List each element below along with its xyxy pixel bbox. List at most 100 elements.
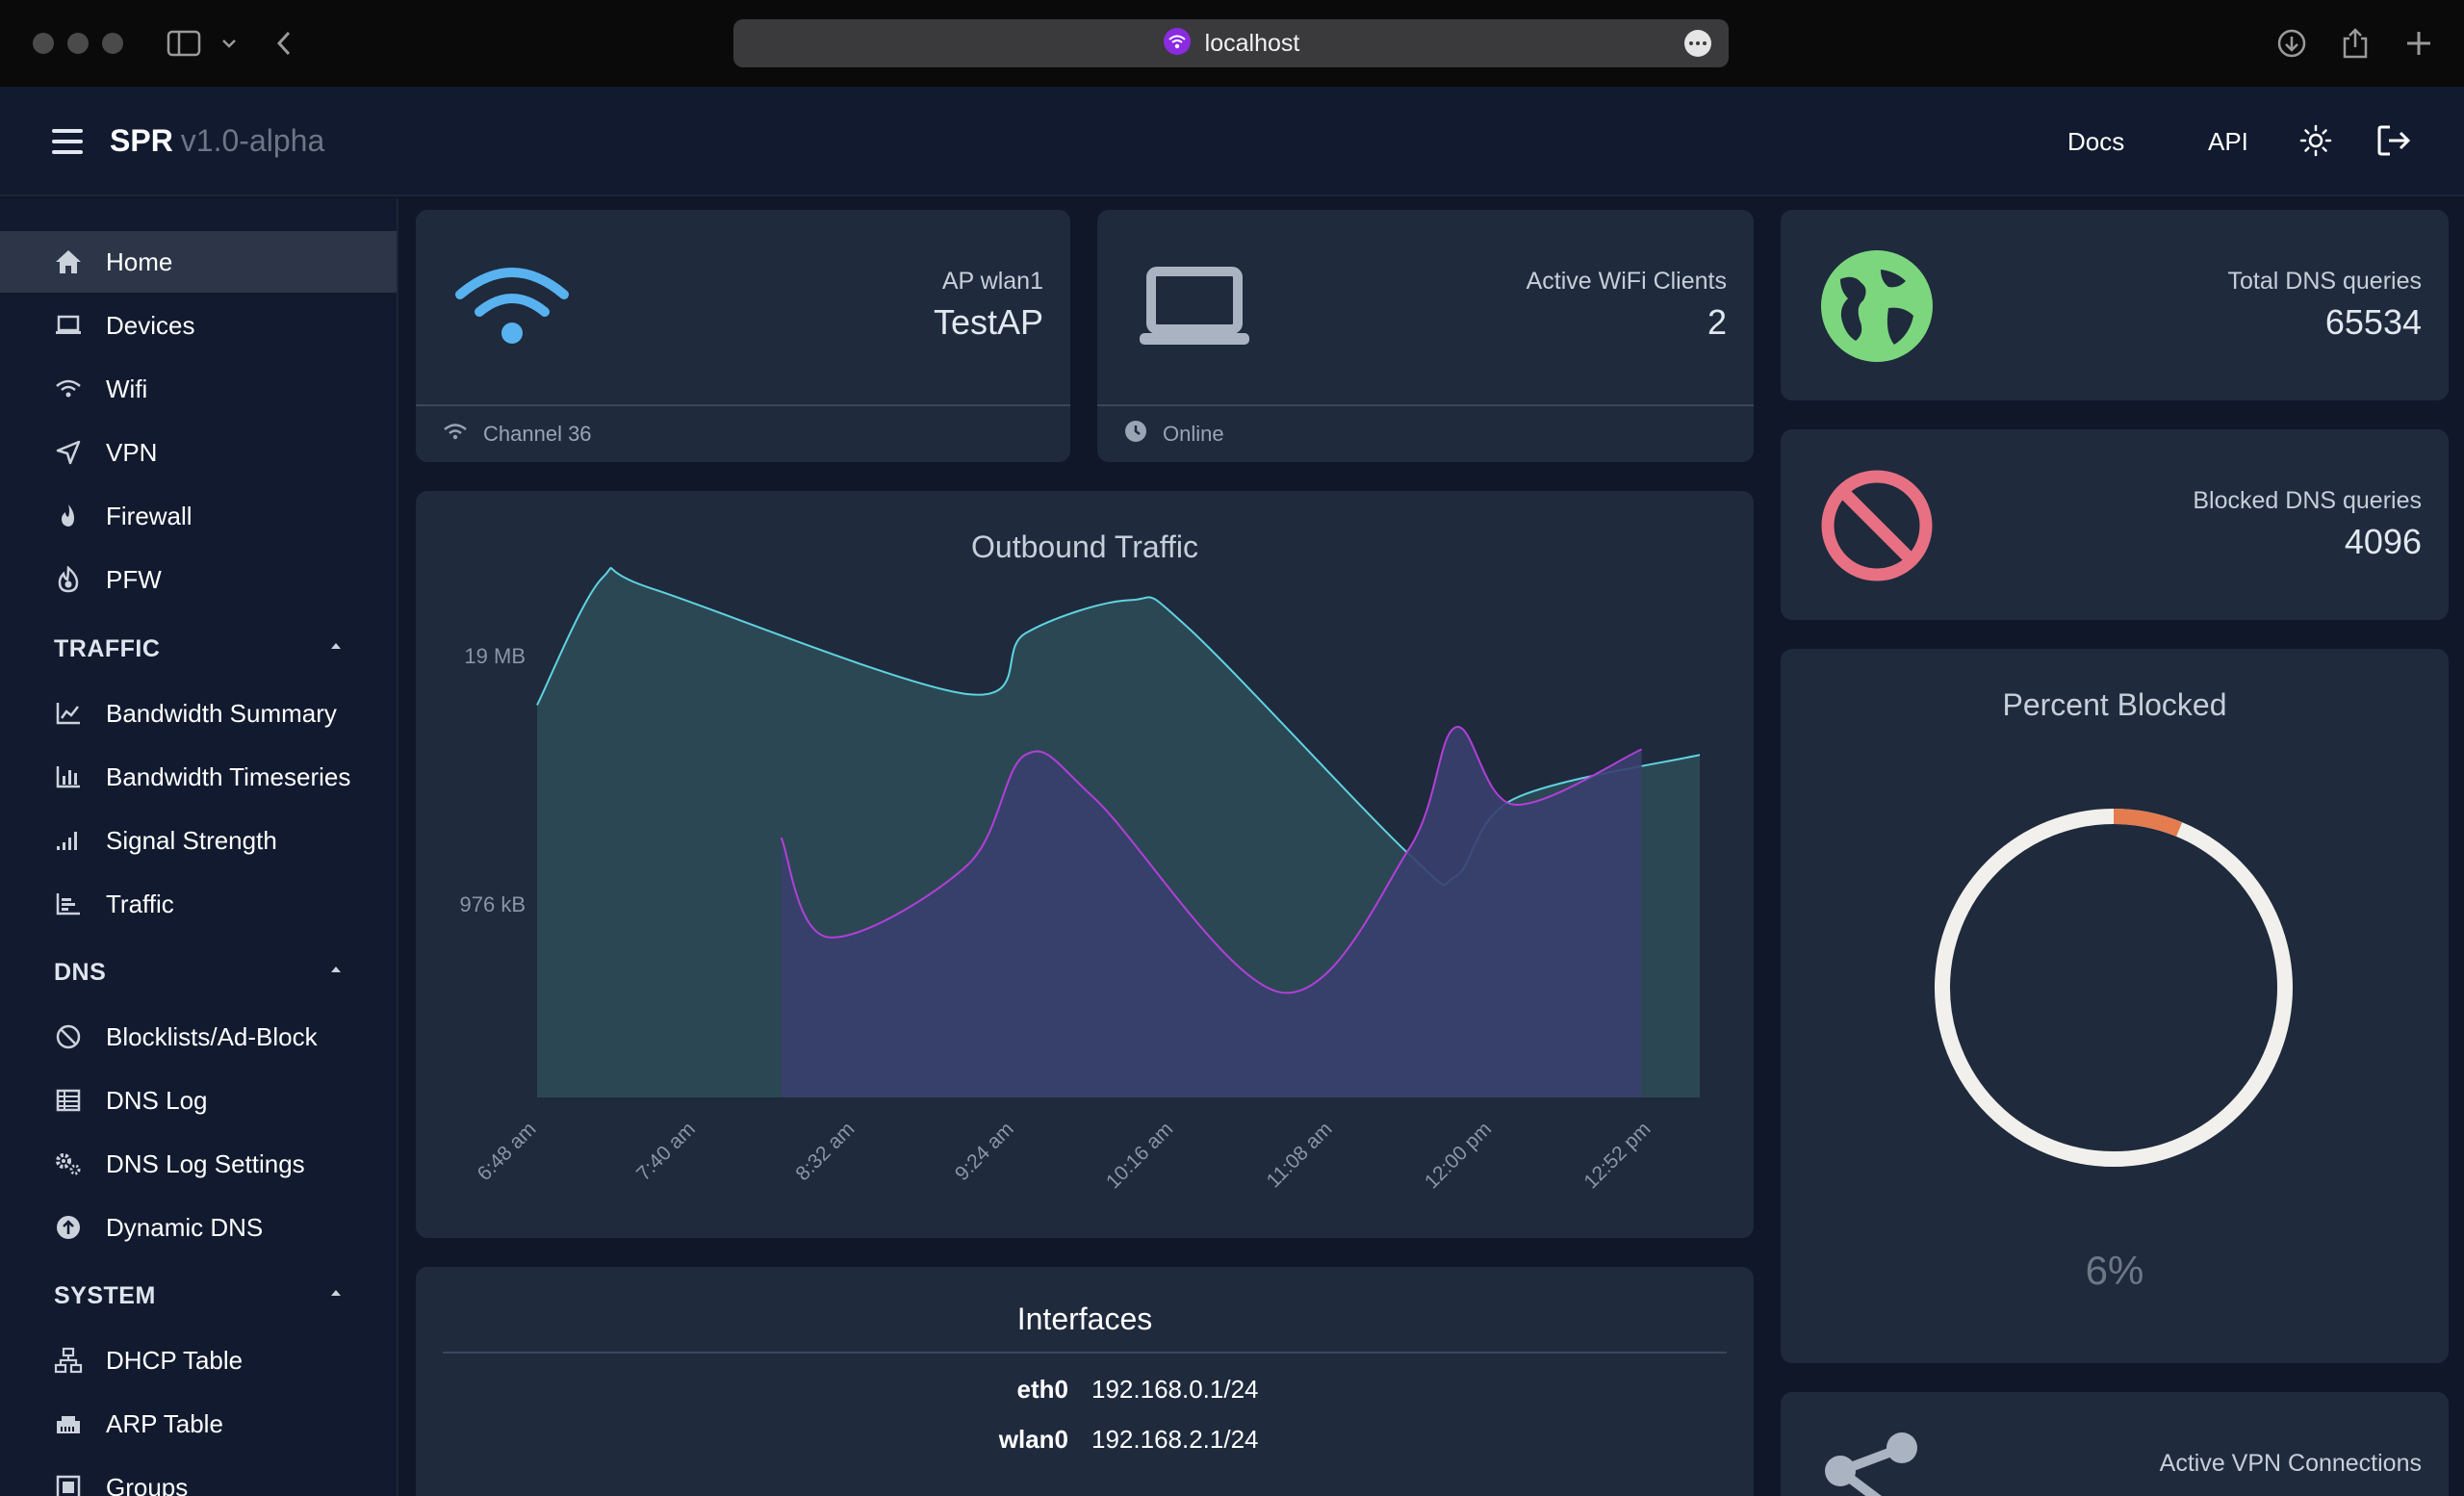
section-title-dns[interactable]: DNS (54, 959, 106, 987)
sidebar-item-label: Bandwidth Timeseries (106, 761, 351, 791)
window-zoom-button[interactable] (102, 33, 123, 54)
fire-icon (52, 563, 85, 596)
share-nodes-icon (1819, 1429, 1925, 1496)
sidebar-item-label: VPN (106, 437, 158, 467)
percent-blocked-title: Percent Blocked (2002, 687, 2227, 722)
sidebar: Home Devices Wifi VPN Firewall PFW TRAFF… (0, 198, 398, 1496)
interfaces-card: Interfaces eth0 192.168.0.1/24 wlan0 192… (416, 1267, 1754, 1496)
brand-name: SPR (110, 123, 173, 158)
sidebar-item-label: PFW (106, 564, 162, 594)
download-icon[interactable] (2270, 21, 2314, 65)
window-close-button[interactable] (33, 33, 54, 54)
send-icon (52, 436, 85, 469)
percent-blocked-value: 6% (2085, 1248, 2144, 1293)
sidebar-item-label: Traffic (106, 889, 174, 918)
signal-icon (52, 824, 85, 857)
sidebar-item-dynamic-dns[interactable]: Dynamic DNS (0, 1197, 397, 1258)
clients-status: Online (1163, 422, 1224, 446)
sidebar-toggle-icon[interactable] (162, 21, 206, 65)
groups-icon (52, 1471, 85, 1496)
sidebar-item-label: Wifi (106, 374, 148, 403)
clients-label: Active WiFi Clients (1526, 268, 1727, 295)
network-icon (52, 1344, 85, 1377)
app-header: SPR v1.0-alpha Docs API (0, 87, 2464, 196)
ethernet-icon (52, 1407, 85, 1440)
sidebar-item-dhcp-table[interactable]: DHCP Table (0, 1329, 397, 1391)
share-icon[interactable] (2333, 21, 2377, 65)
blocked-dns-value: 4096 (2344, 522, 2422, 561)
chevron-down-icon[interactable] (208, 21, 250, 65)
y-tick-label: 976 kB (460, 892, 526, 916)
sidebar-item-arp-table[interactable]: ARP Table (0, 1393, 397, 1455)
ban-icon (1821, 470, 1933, 586)
vpn-card: Active VPN Connections (1781, 1392, 2449, 1496)
browser-toolbar: localhost (0, 0, 2464, 87)
ap-ssid: TestAP (933, 302, 1043, 342)
sidebar-item-traffic[interactable]: Traffic (0, 873, 397, 935)
docs-link[interactable]: Docs (2067, 127, 2124, 157)
x-tick-label: 12:52 pm (1579, 1118, 1655, 1193)
collapse-caret-icon[interactable] (331, 967, 341, 972)
blocked-dns-label: Blocked DNS queries (2193, 487, 2422, 514)
sidebar-item-label: Home (106, 246, 173, 276)
back-icon[interactable] (262, 21, 306, 65)
page-options-icon[interactable] (1684, 30, 1711, 57)
sidebar-item-home[interactable]: Home (0, 231, 397, 293)
collapse-caret-icon[interactable] (331, 1290, 341, 1296)
x-tick-label: 6:48 am (474, 1118, 541, 1185)
sidebar-item-label: Blocklists/Ad-Block (106, 1021, 318, 1051)
vpn-label: Active VPN Connections (2159, 1450, 2422, 1477)
new-tab-icon[interactable] (2397, 21, 2441, 65)
sidebar-item-dns-log[interactable]: DNS Log (0, 1070, 397, 1131)
y-tick-label: 19 MB (464, 644, 526, 668)
interfaces-divider (443, 1352, 1727, 1354)
globe-icon (1821, 250, 1933, 367)
clients-footer: Online (1097, 404, 1754, 462)
app-brand[interactable]: SPR v1.0-alpha (110, 123, 324, 159)
total-dns-card: Total DNS queries 65534 (1781, 210, 2449, 400)
api-link[interactable]: API (2208, 127, 2248, 157)
sidebar-item-dns-log-settings[interactable]: DNS Log Settings (0, 1133, 397, 1195)
bar-chart-icon (52, 761, 85, 793)
sidebar-item-signal-strength[interactable]: Signal Strength (0, 810, 397, 871)
sidebar-item-firewall[interactable]: Firewall (0, 485, 397, 547)
sidebar-item-bandwidth-timeseries[interactable]: Bandwidth Timeseries (0, 746, 397, 808)
address-bar[interactable]: localhost (733, 19, 1729, 67)
total-dns-label: Total DNS queries (2227, 268, 2422, 295)
sidebar-item-label: DNS Log (106, 1085, 208, 1115)
x-tick-label: 12:00 pm (1421, 1118, 1496, 1193)
sidebar-item-wifi[interactable]: Wifi (0, 358, 397, 420)
area-chart-icon (52, 888, 85, 920)
sidebar-item-pfw[interactable]: PFW (0, 549, 397, 610)
wifi-icon (454, 264, 570, 351)
ap-label: AP wlan1 (941, 268, 1043, 295)
ban-icon (52, 1020, 85, 1053)
section-title-traffic[interactable]: TRAFFIC (54, 635, 160, 663)
ap-footer: Channel 36 (416, 404, 1070, 462)
interface-name: eth0 (1016, 1375, 1068, 1404)
percent-blocked-donut (1935, 809, 2293, 1167)
wifi-icon (52, 373, 85, 405)
section-title-system[interactable]: SYSTEM (54, 1282, 156, 1310)
interfaces-title: Interfaces (1016, 1302, 1153, 1336)
interface-ip: 192.168.2.1/24 (1091, 1425, 1259, 1454)
ap-channel: Channel 36 (483, 422, 592, 446)
sidebar-item-vpn[interactable]: VPN (0, 422, 397, 483)
sidebar-item-label: Signal Strength (106, 825, 277, 855)
sidebar-item-label: Groups (106, 1472, 189, 1496)
sidebar-item-blocklists[interactable]: Blocklists/Ad-Block (0, 1006, 397, 1068)
sidebar-item-label: Firewall (106, 501, 192, 530)
window-minimize-button[interactable] (67, 33, 89, 54)
sidebar-item-groups[interactable]: Groups (0, 1457, 397, 1496)
sidebar-item-bandwidth-summary[interactable]: Bandwidth Summary (0, 683, 397, 744)
table-icon (52, 1084, 85, 1117)
sidebar-item-label: Dynamic DNS (106, 1212, 264, 1242)
sidebar-item-devices[interactable]: Devices (0, 295, 397, 356)
sidebar-item-label: ARP Table (106, 1408, 223, 1438)
interface-name: wlan0 (998, 1425, 1068, 1454)
theme-toggle-sun-icon[interactable] (2297, 121, 2335, 160)
logout-icon[interactable] (2375, 121, 2414, 160)
sidebar-item-label: Devices (106, 310, 195, 340)
hamburger-menu-icon[interactable] (52, 129, 83, 154)
collapse-caret-icon[interactable] (331, 643, 341, 649)
